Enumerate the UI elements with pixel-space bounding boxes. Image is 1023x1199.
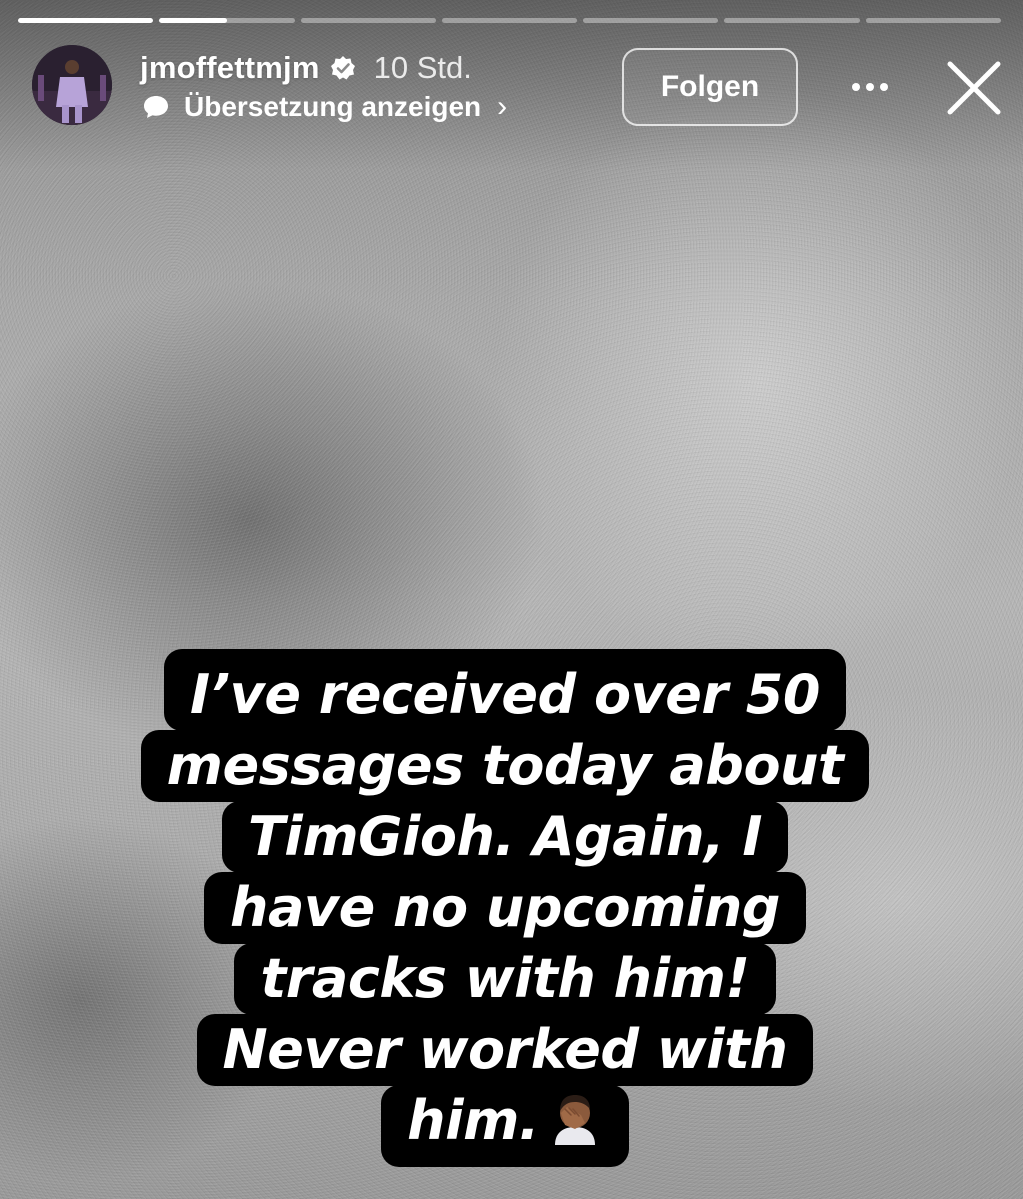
progress-segment-fill — [159, 18, 227, 23]
avatar-image — [32, 45, 112, 125]
caption-line: messages today about — [140, 730, 870, 802]
face-palm-emoji-icon — [547, 1089, 603, 1145]
avatar[interactable] — [32, 45, 112, 125]
show-translation-label: Übersetzung anzeigen — [184, 91, 482, 122]
progress-segment — [18, 18, 154, 23]
more-dots-icon — [852, 83, 888, 91]
more-options-button[interactable] — [840, 64, 900, 110]
caption-line: TimGioh. Again, I — [221, 801, 789, 873]
progress-segment — [724, 18, 860, 23]
verified-badge-icon — [330, 55, 356, 81]
caption-line: I’ve received over 50 — [164, 649, 846, 731]
progress-segment-fill — [18, 18, 154, 23]
story-viewer[interactable]: jmoffettmjm 10 Std. Übersetzung anzeigen… — [0, 0, 1023, 1199]
progress-segment — [865, 18, 1001, 23]
follow-button[interactable]: Folgen — [622, 48, 798, 126]
progress-segment — [583, 18, 719, 23]
caption-line-last: him. — [381, 1085, 629, 1167]
username[interactable]: jmoffettmjm — [140, 50, 320, 86]
chevron-right-icon: › — [497, 90, 508, 123]
close-icon — [947, 61, 1001, 115]
show-translation-link[interactable]: Übersetzung anzeigen › — [142, 90, 507, 124]
caption-last-text: him. — [407, 1089, 539, 1152]
story-author: jmoffettmjm 10 Std. — [140, 48, 472, 88]
caption-line: Never worked with — [196, 1014, 814, 1086]
progress-segment — [300, 18, 436, 23]
caption-line: have no upcoming — [204, 872, 806, 944]
caption-line: tracks with him! — [234, 943, 776, 1015]
story-progress-bar — [18, 18, 1001, 23]
story-caption: I’ve received over 50 messages today abo… — [120, 649, 890, 1167]
progress-segment — [441, 18, 578, 23]
close-button[interactable] — [944, 58, 1004, 118]
post-age: 10 Std. — [373, 50, 472, 85]
progress-segment — [159, 18, 295, 23]
speech-bubble-icon — [142, 94, 170, 120]
